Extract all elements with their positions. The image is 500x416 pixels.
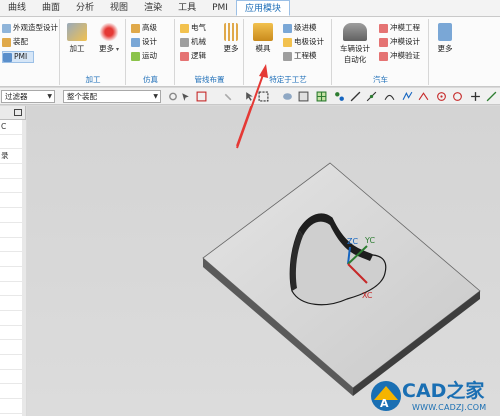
annotation-arrow — [236, 71, 265, 149]
logo-icon: A — [371, 381, 401, 411]
arrowhead-icon — [259, 64, 268, 78]
logo-text: CAD之家 — [402, 380, 485, 402]
annotation-overlay — [236, 64, 268, 149]
site-logo: A CAD之家 WWW.CADZJ.COM — [368, 376, 500, 416]
svg-text:A: A — [380, 397, 389, 410]
logo-url: WWW.CADZJ.COM — [412, 403, 487, 412]
